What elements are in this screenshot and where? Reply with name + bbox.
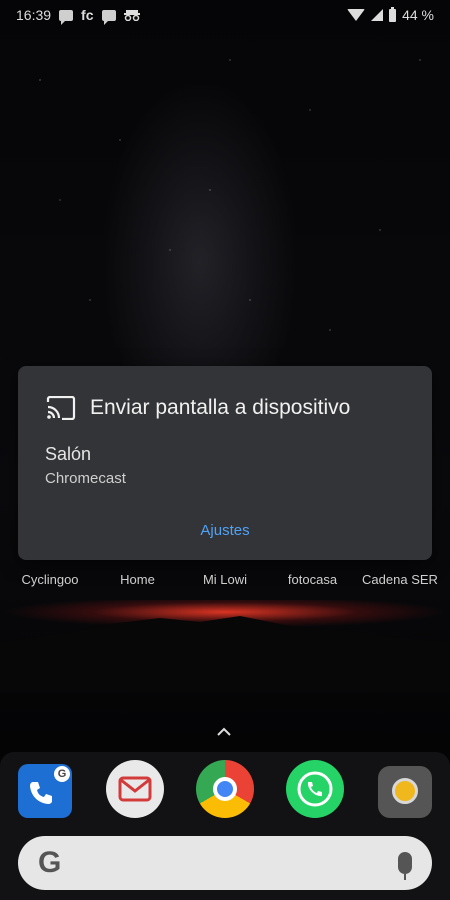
whatsapp-phone-icon (297, 771, 333, 807)
dialog-title: Enviar pantalla a dispositivo (90, 396, 351, 419)
google-logo: G (38, 846, 62, 879)
device-name[interactable]: Salón (45, 444, 91, 465)
handset-icon (30, 782, 52, 804)
shortcut-home[interactable]: Home (98, 572, 178, 587)
shortcuts-row: Cyclingoo Home Mi Lowi fotocasa Cadena S… (0, 572, 450, 587)
envelope-icon (118, 776, 152, 802)
phone-icon[interactable]: G (18, 764, 72, 818)
message-icon (59, 9, 74, 25)
battery-icon (389, 6, 397, 22)
cast-icon (46, 396, 76, 420)
status-time: 16:39 (16, 7, 52, 23)
camera-lens-icon (392, 778, 418, 804)
chrome-icon[interactable] (196, 760, 254, 818)
google-search-bar[interactable]: G (18, 836, 432, 890)
incognito-icon (123, 10, 140, 21)
chrome-center-icon (213, 777, 237, 801)
whatsapp-icon[interactable] (286, 760, 344, 818)
status-bar: 16:39 fc 44 % (0, 0, 450, 30)
shortcut-cyclingoo[interactable]: Cyclingoo (10, 572, 90, 587)
device-type: Chromecast (45, 470, 126, 487)
dialog-header: Enviar pantalla a dispositivo (46, 396, 350, 420)
shortcut-cadena-ser[interactable]: Cadena SER (360, 572, 440, 587)
cast-dialog: Enviar pantalla a dispositivo Salón Chro… (18, 366, 432, 560)
settings-button[interactable]: Ajustes (18, 522, 432, 539)
mic-icon[interactable] (398, 852, 412, 880)
wifi-icon (347, 9, 366, 21)
home-screen: 16:39 fc 44 % Enviar pantalla a disposit… (0, 0, 450, 900)
battery-level: 44 % (402, 7, 434, 23)
google-badge-icon: G (54, 766, 70, 782)
app-drawer-chevron-icon[interactable] (216, 726, 232, 738)
shortcut-mi-lowi[interactable]: Mi Lowi (185, 572, 265, 587)
shortcut-fotocasa[interactable]: fotocasa (273, 572, 353, 587)
message-icon (101, 9, 116, 25)
signal-icon (371, 9, 384, 21)
mountain-silhouette (0, 616, 450, 692)
mail-icon[interactable] (106, 760, 164, 818)
fc-notification-icon: fc (81, 7, 94, 23)
camera-icon[interactable] (378, 766, 432, 818)
